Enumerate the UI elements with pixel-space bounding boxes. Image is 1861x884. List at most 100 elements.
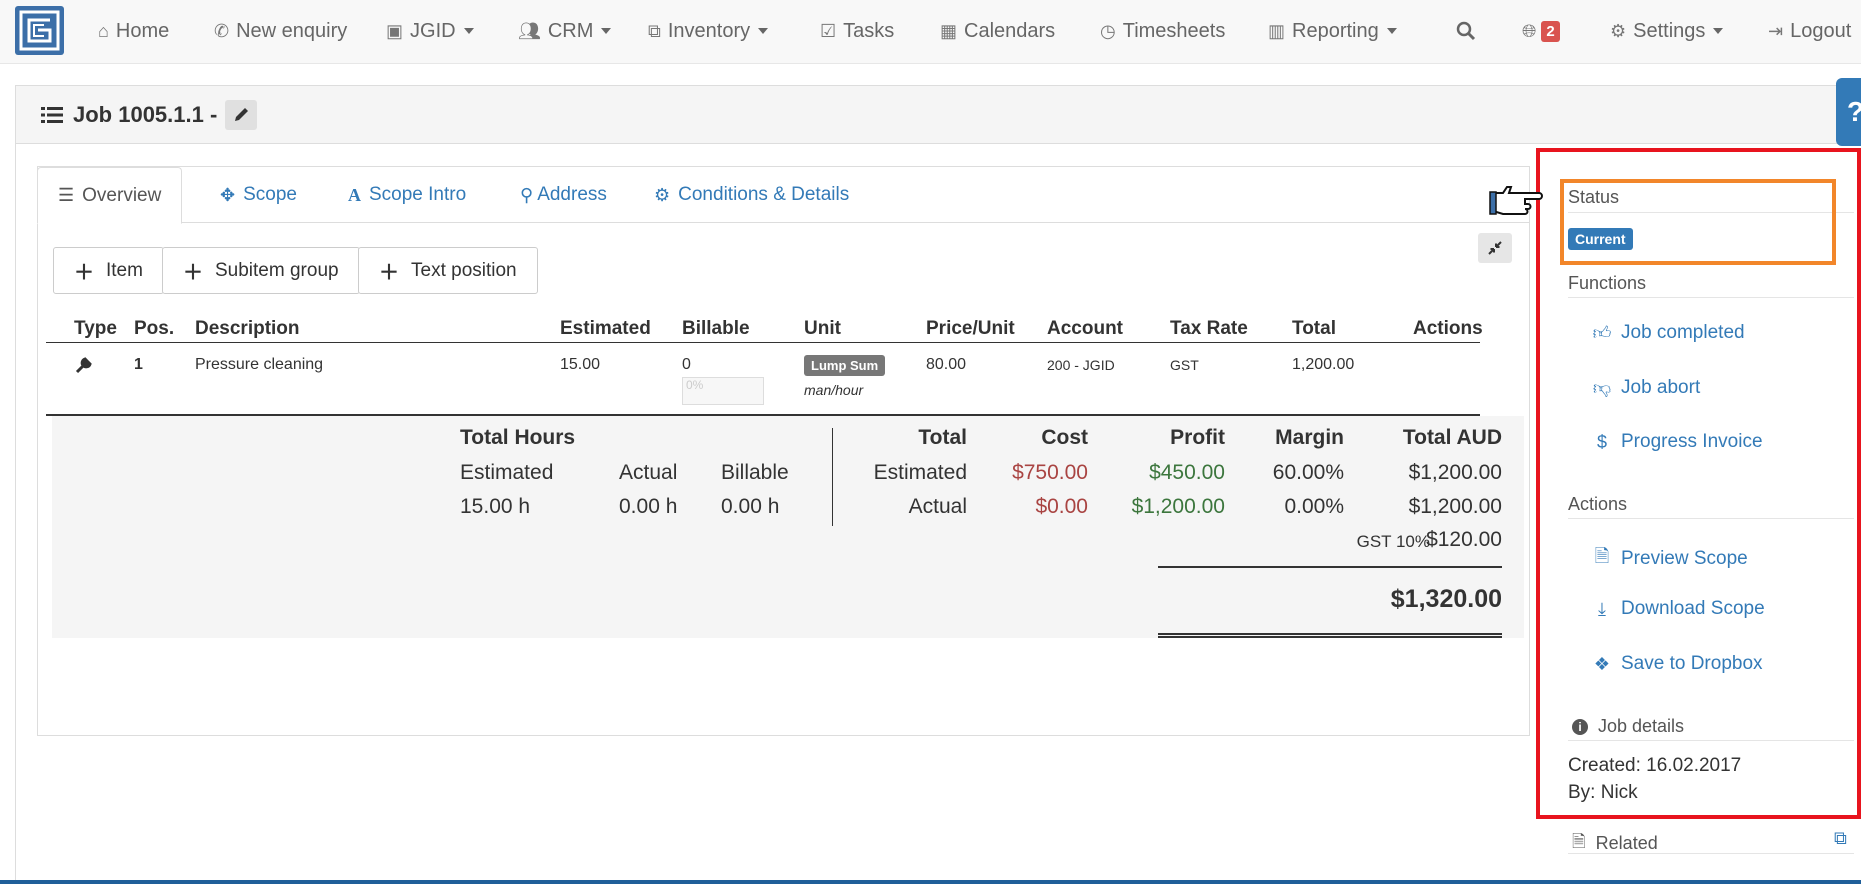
col-header-actions: Actions: [1413, 318, 1483, 339]
edit-title-button[interactable]: [225, 100, 258, 130]
tab-address[interactable]: ⚲ Address: [520, 167, 607, 223]
nav-timesheets[interactable]: ◷ Timesheets: [1100, 0, 1225, 62]
tab-scope-intro[interactable]: A Scope Intro: [348, 167, 466, 223]
estimated-cost: $750.00: [1012, 461, 1088, 484]
actual-total-aud: $1,200.00: [1408, 495, 1502, 518]
estimated-profit: $450.00: [1149, 461, 1225, 484]
nav-crm[interactable]: 👥︎ CRM: [518, 0, 612, 62]
status-divider: [1568, 212, 1854, 213]
total-header: Total: [918, 426, 967, 449]
download-scope-link[interactable]: ⤓ Download Scope: [1591, 598, 1765, 620]
billable-percent-input[interactable]: 0%: [682, 377, 764, 405]
checkbox-icon: ☑: [820, 20, 837, 41]
nav-reporting[interactable]: ▥ Reporting: [1268, 0, 1397, 62]
chevron-down-icon: [758, 28, 769, 34]
download-scope-label: Download Scope: [1621, 598, 1765, 619]
row-unit-sub: man/hour: [804, 382, 864, 398]
row-tax-rate: GST: [1170, 357, 1199, 373]
nav-jgid-label: JGID: [410, 19, 456, 42]
tab-conditions[interactable]: ⚙ Conditions & Details: [654, 167, 849, 223]
add-text-position-label: Text position: [411, 259, 517, 281]
nav-tasks[interactable]: ☑ Tasks: [820, 0, 894, 62]
job-completed-link[interactable]: 👍︎ Job completed: [1591, 322, 1745, 344]
help-tab[interactable]: ?: [1836, 78, 1861, 146]
row-price-unit: 80.00: [926, 356, 967, 373]
nav-calendars[interactable]: ▦ Calendars: [940, 0, 1055, 62]
cost-header: Cost: [1041, 426, 1088, 449]
nav-jgid[interactable]: ▣ JGID: [386, 0, 474, 62]
col-header-account: Account: [1047, 318, 1123, 339]
row-description: Pressure cleaning: [195, 356, 324, 373]
col-header-pos: Pos.: [134, 318, 175, 339]
tab-address-label: Address: [537, 184, 607, 205]
tab-overview[interactable]: ☰ Overview: [37, 167, 183, 224]
job-details-title: Job details: [1598, 716, 1685, 736]
nav-logout[interactable]: ⇥ Logout: [1768, 0, 1851, 62]
row-actual-label: Actual: [908, 495, 967, 518]
nav-logout-label: Logout: [1790, 19, 1852, 42]
nav-new-enquiry[interactable]: ✆ New enquiry: [214, 0, 347, 62]
download-icon: ⤓: [1598, 598, 1606, 619]
nav-notifications[interactable]: 🌐︎ 2: [1522, 0, 1560, 62]
hours-estimated-label: Estimated: [460, 461, 554, 484]
add-item-label: Item: [106, 259, 143, 281]
phone-icon: ✆: [214, 20, 230, 41]
save-dropbox-link[interactable]: ❖ Save to Dropbox: [1591, 653, 1763, 675]
nav-calendars-label: Calendars: [964, 19, 1056, 42]
tab-overview-label: Overview: [82, 184, 162, 206]
top-navbar: ⌂ Home ✆ New enquiry ▣ JGID 👥︎ CRM ⧉ Inv…: [0, 0, 1861, 64]
info-circle-icon: i: [1572, 718, 1588, 735]
tab-scope-intro-label: Scope Intro: [369, 184, 467, 205]
font-icon: A: [348, 184, 361, 205]
grand-total: $1,320.00: [1390, 585, 1502, 613]
grand-total-double-line: [1158, 633, 1502, 638]
add-item-button[interactable]: ＋ Item: [53, 247, 164, 294]
progress-invoice-link[interactable]: $ Progress Invoice: [1591, 431, 1763, 453]
row-estimated-label: Estimated: [873, 461, 967, 484]
progress-invoice-label: Progress Invoice: [1621, 431, 1763, 452]
crosshairs-icon: ✥: [220, 184, 236, 205]
home-icon: ⌂: [98, 20, 109, 41]
nav-reporting-label: Reporting: [1292, 19, 1379, 42]
preview-scope-link[interactable]: 🗎︎ Preview Scope: [1591, 544, 1748, 574]
plus-icon: ＋: [183, 262, 203, 284]
job-abort-link[interactable]: 👎︎ Job abort: [1591, 377, 1700, 399]
nav-settings[interactable]: ⚙ Settings: [1610, 0, 1724, 62]
panel-heading: Job 1005.1.1 -: [16, 86, 1861, 144]
profit-header: Profit: [1170, 426, 1225, 449]
gst-label: GST 10%: [1356, 532, 1430, 551]
page-title: Job 1005.1.1 -: [41, 100, 258, 130]
estimated-total-aud: $1,200.00: [1408, 461, 1502, 484]
add-text-position-button[interactable]: ＋ Text position: [358, 247, 538, 294]
table-header-divider: [46, 342, 1480, 343]
nav-search[interactable]: [1456, 0, 1476, 62]
pointing-hand-icon: [1489, 186, 1543, 215]
plus-icon: ＋: [74, 262, 94, 284]
col-header-price-unit: Price/Unit: [926, 318, 1015, 339]
bar-chart-icon: ▥: [1268, 20, 1286, 41]
tab-scope-label: Scope: [243, 184, 297, 205]
job-details-divider: [1568, 740, 1854, 741]
nav-inventory[interactable]: ⧉ Inventory: [648, 0, 769, 62]
nav-home[interactable]: ⌂ Home: [98, 0, 169, 62]
col-header-total: Total: [1292, 318, 1336, 339]
nav-crm-label: CRM: [547, 19, 594, 42]
related-title: Related: [1595, 833, 1658, 853]
external-link-icon[interactable]: ⧉: [1834, 828, 1847, 849]
hours-actual-label: Actual: [619, 461, 678, 484]
actual-cost: $0.00: [1035, 495, 1088, 518]
globe-icon: 🌐︎: [1522, 20, 1537, 41]
users-icon: 👥︎: [518, 20, 541, 41]
compress-button[interactable]: [1478, 233, 1512, 263]
list-icon: [41, 107, 63, 123]
total-hours-title: Total Hours: [460, 426, 576, 449]
compress-icon: [1488, 241, 1502, 255]
add-subitem-group-button[interactable]: ＋ Subitem group: [162, 247, 360, 294]
plus-icon: ＋: [379, 262, 399, 284]
job-completed-label: Job completed: [1621, 322, 1745, 343]
functions-title: Functions: [1568, 273, 1647, 293]
app-logo[interactable]: [15, 6, 64, 55]
row-total: 1,200.00: [1292, 356, 1355, 373]
tab-scope[interactable]: ✥ Scope: [220, 167, 297, 223]
chevron-down-icon: [601, 28, 612, 34]
